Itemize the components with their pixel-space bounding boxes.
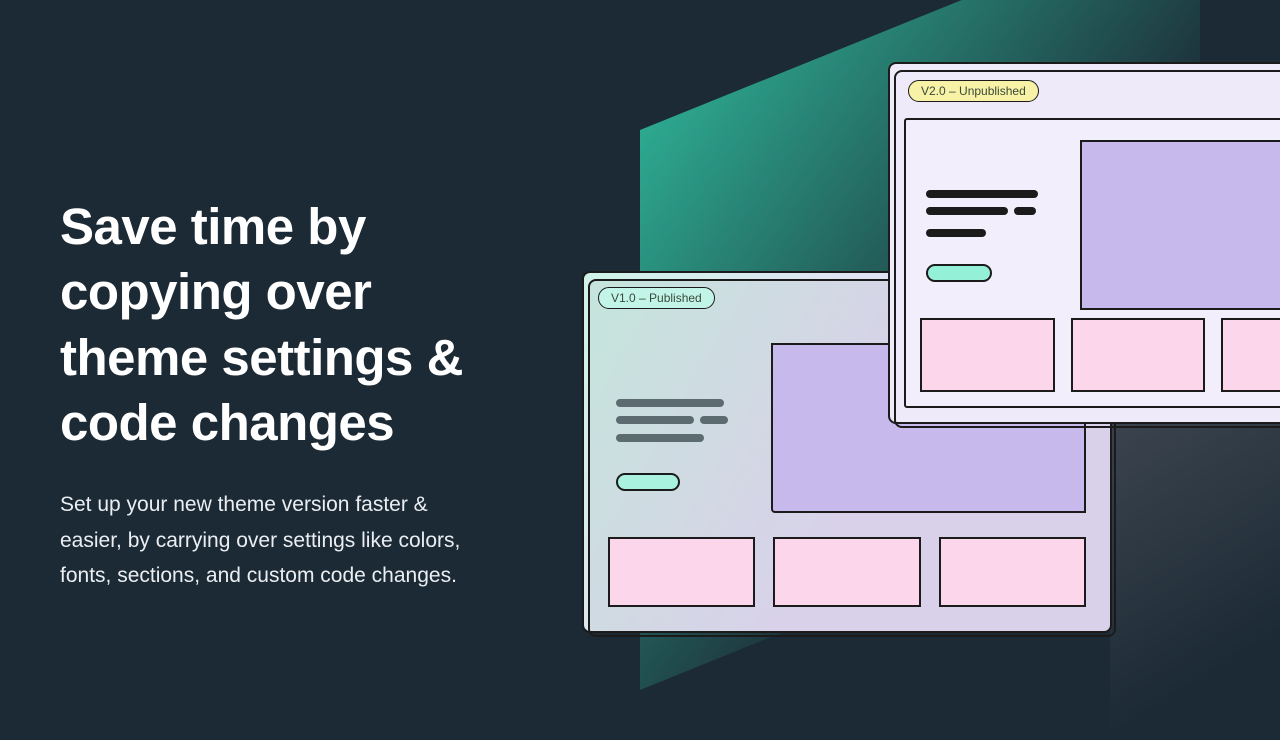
thumb (920, 318, 1055, 392)
thumb-row-v2 (920, 318, 1280, 392)
version-badge-v1: V1.0 – Published (598, 287, 715, 309)
mock-window-v2: V2.0 – Unpublished (888, 62, 1280, 424)
thumb (608, 537, 755, 607)
thumb (1221, 318, 1280, 392)
version-badge-v2: V2.0 – Unpublished (908, 80, 1039, 102)
headline: Save time by copying over theme settings… (60, 194, 490, 455)
thumb-row-v1 (608, 537, 1086, 607)
thumb (1071, 318, 1206, 392)
cta-pill-v2 (926, 264, 992, 282)
hero-block-v2 (1080, 140, 1280, 310)
text-lines-v1 (616, 399, 728, 451)
hero-text: Save time by copying over theme settings… (60, 194, 490, 594)
cta-pill-v1 (616, 473, 680, 491)
thumb (773, 537, 920, 607)
text-lines-v2 (926, 190, 1038, 246)
subtext: Set up your new theme version faster & e… (60, 487, 490, 594)
thumb (939, 537, 1086, 607)
